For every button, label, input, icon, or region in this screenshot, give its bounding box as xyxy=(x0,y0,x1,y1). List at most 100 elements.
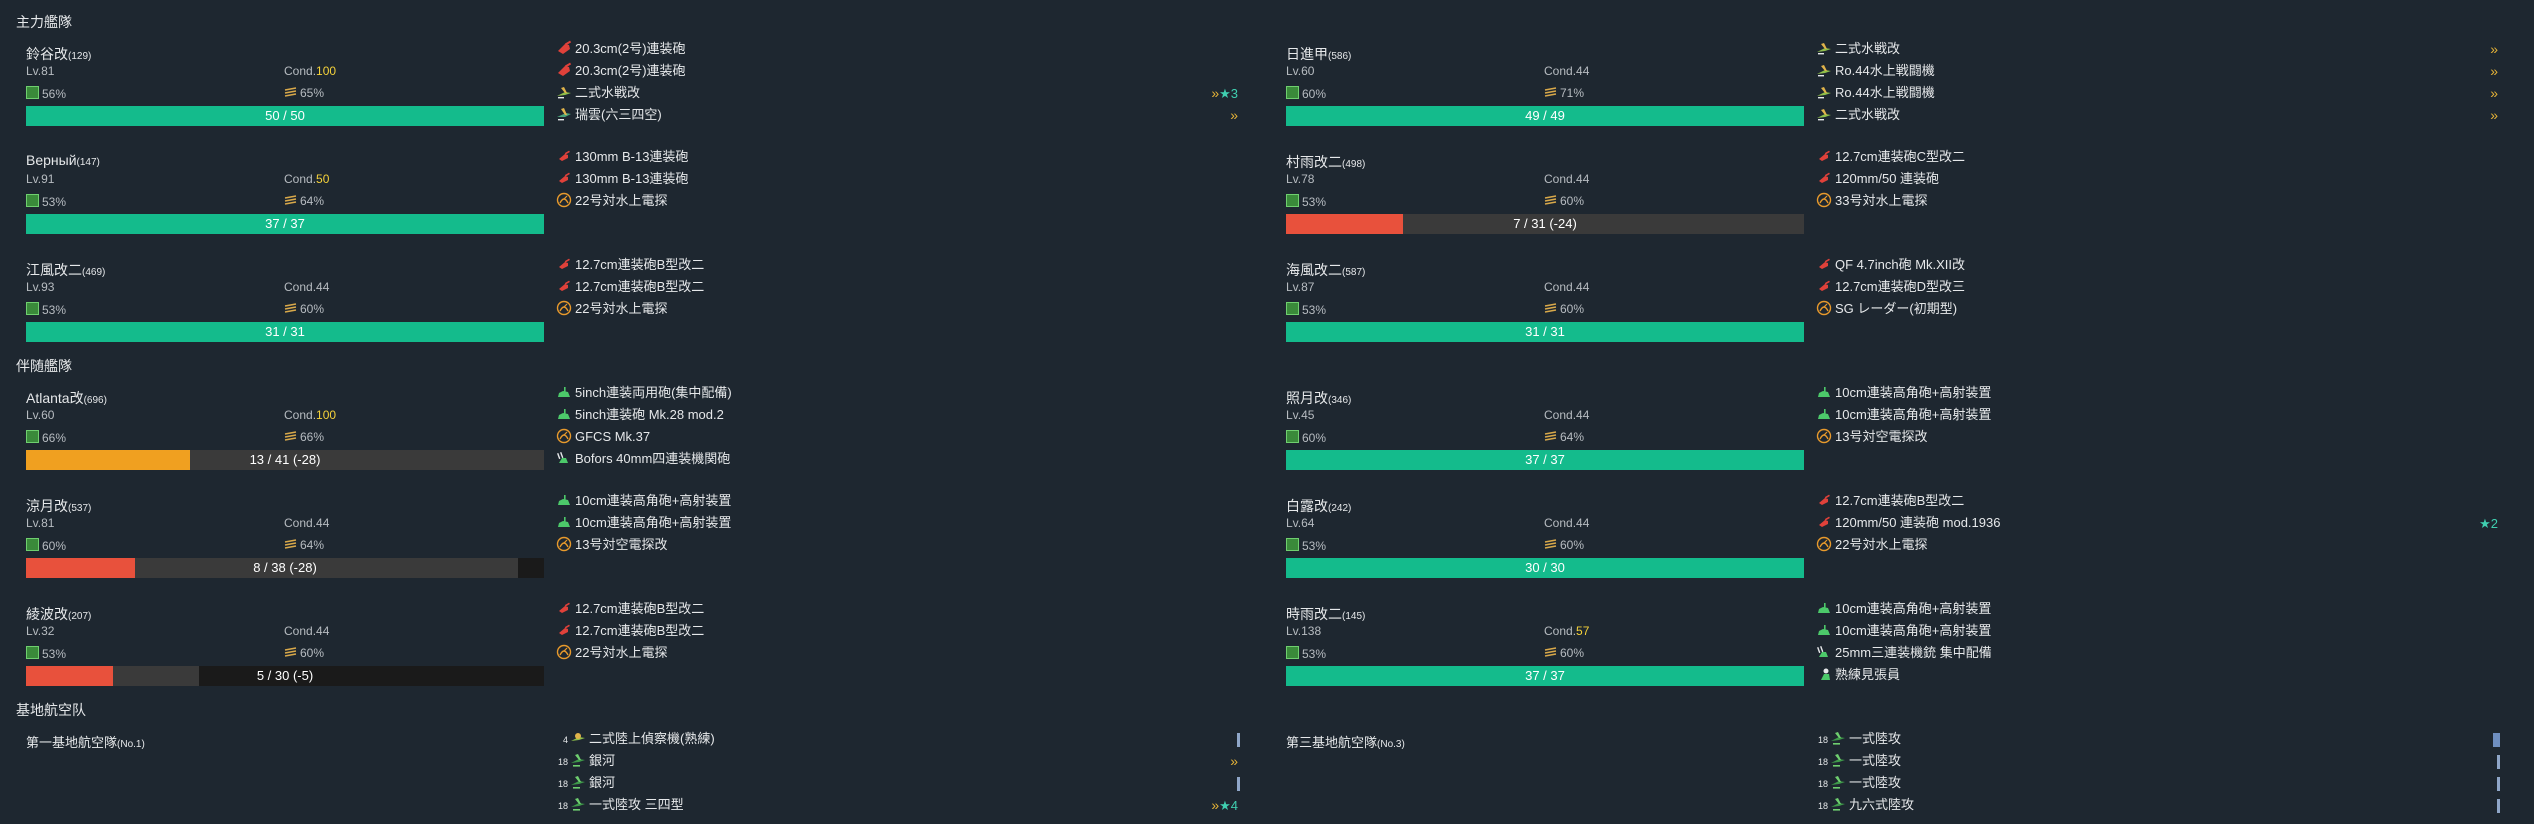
equipment-slot[interactable]: GFCS Mk.37 xyxy=(556,426,1246,448)
equipment-slot[interactable]: 12.7cm連装砲B型改二 xyxy=(556,254,1246,276)
equipment-slot[interactable]: 5inch連装砲 Mk.28 mod.2 xyxy=(556,404,1246,426)
equipment-slot[interactable]: 10cm連装高角砲+高射装置 xyxy=(556,490,1246,512)
equipment-slot[interactable]: 22号対水上電探 xyxy=(556,190,1246,212)
equipment-slot[interactable]: SG レーダー(初期型) xyxy=(1816,298,2506,320)
ship-name[interactable]: 時雨改二(145) xyxy=(1286,604,1365,624)
equipment-slot[interactable]: 熟練見張員 xyxy=(1816,664,2506,686)
equipment-slot[interactable]: Ro.44水上戦闘機 » xyxy=(1816,60,2506,82)
ship-name[interactable]: Верный(147) xyxy=(26,152,100,168)
proficiency-rank: » xyxy=(2490,41,2498,57)
equipment-slot[interactable]: 18 九六式陸攻 xyxy=(1816,794,2506,816)
ship-name[interactable]: Atlanta改(696) xyxy=(26,388,107,408)
equipment-slot[interactable]: 12.7cm連装砲D型改三 xyxy=(1816,276,2506,298)
air-base-name[interactable]: 第一基地航空隊(No.1) xyxy=(26,732,145,751)
equipment-name: 二式水戦改 xyxy=(1835,41,1901,56)
ship-name[interactable]: 江風改二(469) xyxy=(26,260,105,280)
ship-card[interactable]: Верный(147) Lv.91 Cond.50 53% 64% 37 / 37 130m… xyxy=(16,149,1246,262)
equipment-slot[interactable]: 12.7cm連装砲C型改二 xyxy=(1816,146,2506,168)
equipment-slot[interactable]: 12.7cm連装砲B型改二 xyxy=(556,620,1246,642)
equipment-slot[interactable]: 10cm連装高角砲+高射装置 xyxy=(1816,404,2506,426)
ship-card[interactable]: 江風改二(469) Lv.93 Cond.44 53% 60% 31 / 31 12.7cm… xyxy=(16,257,1246,370)
equipment-slot[interactable]: 20.3cm(2号)連装砲 xyxy=(556,38,1246,60)
equipment-slot[interactable]: 130mm B-13連装砲 xyxy=(556,146,1246,168)
equipment-slot[interactable]: 120mm/50 連装砲 xyxy=(1816,168,2506,190)
equipment-slot[interactable]: 13号対空電探改 xyxy=(556,534,1246,556)
condition-value: 44 xyxy=(1576,64,1590,78)
ship-card[interactable]: 時雨改二(145) Lv.138 Cond.57 53% 60% 37 / 37 10cm連… xyxy=(1276,601,2506,714)
equipment-slot[interactable]: 18 銀河 xyxy=(556,772,1246,794)
equipment-slot[interactable]: 18 一式陸攻 xyxy=(1816,728,2506,750)
equipment-slot[interactable]: 二式水戦改 »★3 xyxy=(556,82,1246,104)
proficiency-rank: » xyxy=(1230,107,1238,123)
air-base-card[interactable]: 第三基地航空隊(No.3) 18 一式陸攻 18 一式陸攻 18 一式陸攻 18 九六式陸攻 xyxy=(1276,731,2506,822)
ship-name[interactable]: 照月改(346) xyxy=(1286,388,1351,408)
ship-card[interactable]: 照月改(346) Lv.45 Cond.44 60% 64% 37 / 37 10cm連装高… xyxy=(1276,385,2506,498)
equipment-slot[interactable]: 12.7cm連装砲B型改二 xyxy=(556,276,1246,298)
aa-machine-gun-icon xyxy=(1816,644,1832,660)
ship-level: Lv.78 xyxy=(1286,172,1315,186)
ship-card[interactable]: 涼月改(537) Lv.81 Cond.44 60% 64% 8 / 38 (-28) 10… xyxy=(16,493,1246,606)
equipment-slot[interactable]: 12.7cm連装砲B型改二 xyxy=(556,598,1246,620)
equipment-slot[interactable]: Ro.44水上戦闘機 » xyxy=(1816,82,2506,104)
equipment-slot[interactable]: 10cm連装高角砲+高射装置 xyxy=(1816,620,2506,642)
equipment-slot[interactable]: 20.3cm(2号)連装砲 xyxy=(556,60,1246,82)
ship-name[interactable]: 鈴谷改(129) xyxy=(26,44,91,64)
hp-text: 8 / 38 (-28) xyxy=(253,560,317,575)
equipment-slot[interactable]: 18 銀河 » xyxy=(556,750,1246,772)
equipment-slot[interactable]: 二式水戦改 » xyxy=(1816,38,2506,60)
proficiency-chevron-icon: ★2 xyxy=(2479,515,2498,532)
ship-name[interactable]: 村雨改二(498) xyxy=(1286,152,1365,172)
ship-card[interactable]: 綾波改(207) Lv.32 Cond.44 53% 60% 5 / 30 (-5) 12.… xyxy=(16,601,1246,714)
equipment-slot[interactable]: 130mm B-13連装砲 xyxy=(556,168,1246,190)
equipment-slot[interactable]: 5inch連装両用砲(集中配備) xyxy=(556,382,1246,404)
ship-name[interactable]: 白露改(242) xyxy=(1286,496,1351,516)
ship-card[interactable]: 村雨改二(498) Lv.78 Cond.44 53% 60% 7 / 31 (-24) 1… xyxy=(1276,149,2506,262)
ship-name[interactable]: 涼月改(537) xyxy=(26,496,91,516)
equipment-slot[interactable]: 22号対水上電探 xyxy=(556,298,1246,320)
condition-value: 57 xyxy=(1576,624,1590,638)
ship-card[interactable]: 鈴谷改(129) Lv.81 Cond.100 56% 65% 50 / 50 20.3cm… xyxy=(16,40,1246,154)
equipment-slot[interactable]: 18 一式陸攻 xyxy=(1816,772,2506,794)
aa-gun-icon xyxy=(556,406,572,422)
fuel-value: 56% xyxy=(42,87,67,101)
equipment-name: 一式陸攻 xyxy=(1849,731,1902,746)
air-base-name[interactable]: 第三基地航空隊(No.3) xyxy=(1286,732,1405,751)
equipment-slot[interactable]: 10cm連装高角砲+高射装置 xyxy=(1816,382,2506,404)
ship-card[interactable]: 日進甲(586) Lv.60 Cond.44 60% 71% 49 / 49 二式水戦改» R… xyxy=(1276,41,2506,154)
ship-name-text: 江風改二 xyxy=(26,262,82,278)
ship-card[interactable]: 海風改二(587) Lv.87 Cond.44 53% 60% 31 / 31 QF 4.7… xyxy=(1276,257,2506,370)
equipment-slot[interactable]: 10cm連装高角砲+高射装置 xyxy=(556,512,1246,534)
equipment-slot[interactable]: QF 4.7inch砲 Mk.XII改 xyxy=(1816,254,2506,276)
equipment-slot[interactable]: 18 一式陸攻 xyxy=(1816,750,2506,772)
ship-name[interactable]: 海風改二(587) xyxy=(1286,260,1365,280)
small-gun-icon xyxy=(556,256,572,272)
ammo-status: 60% xyxy=(1544,194,1584,208)
equipment-name: 銀河 xyxy=(589,775,616,790)
ship-name[interactable]: 日進甲(586) xyxy=(1286,44,1351,64)
equipment-slot[interactable]: 12.7cm連装砲B型改二 xyxy=(1816,490,2506,512)
ammo-status: 64% xyxy=(284,194,324,208)
ship-name-text: 綾波改 xyxy=(26,606,68,622)
equipment-slot[interactable]: 13号対空電探改 xyxy=(1816,426,2506,448)
equipment-slot[interactable]: 25mm三連装機銃 集中配備 xyxy=(1816,642,2506,664)
equipment-slot[interactable]: Bofors 40mm四連装機関砲 xyxy=(556,448,1246,470)
equipment-slot[interactable]: 10cm連装高角砲+高射装置 xyxy=(1816,598,2506,620)
ship-card[interactable]: 白露改(242) Lv.64 Cond.44 53% 60% 30 / 30 12.7cm連… xyxy=(1276,493,2506,606)
equipment-slot[interactable]: 4 二式陸上偵察機(熟練) xyxy=(556,728,1246,750)
equipment-slot[interactable]: 22号対水上電探 xyxy=(556,642,1246,664)
equipment-slot[interactable]: 瑞雲(六三四空) » xyxy=(556,104,1246,126)
seaplane-fighter-icon xyxy=(556,84,572,100)
equipment-slot[interactable]: 22号対水上電探 xyxy=(1816,534,2506,556)
ship-card[interactable]: Atlanta改(696) Lv.60 Cond.100 66% 66% 13 / 41 … xyxy=(16,385,1246,498)
equipment-name: 10cm連装高角砲+高射装置 xyxy=(575,493,732,508)
air-base-card[interactable]: 第一基地航空隊(No.1) 4 二式陸上偵察機(熟練) 18 銀河 » 18 銀河 18 一式陸攻… xyxy=(16,731,1246,822)
equipment-slot[interactable]: 18 一式陸攻 三四型 »★4 xyxy=(556,794,1246,816)
fuel-status: 53% xyxy=(26,646,66,661)
ship-condition: Cond.44 xyxy=(284,516,329,530)
equipment-slot[interactable]: 二式水戦改 » xyxy=(1816,104,2506,126)
ship-id: (587) xyxy=(1342,267,1366,278)
proficiency-chevron-icon: » xyxy=(2490,85,2498,101)
ship-name[interactable]: 綾波改(207) xyxy=(26,604,91,624)
equipment-slot[interactable]: 120mm/50 連装砲 mod.1936 ★2 xyxy=(1816,512,2506,534)
equipment-slot[interactable]: 33号対水上電探 xyxy=(1816,190,2506,212)
